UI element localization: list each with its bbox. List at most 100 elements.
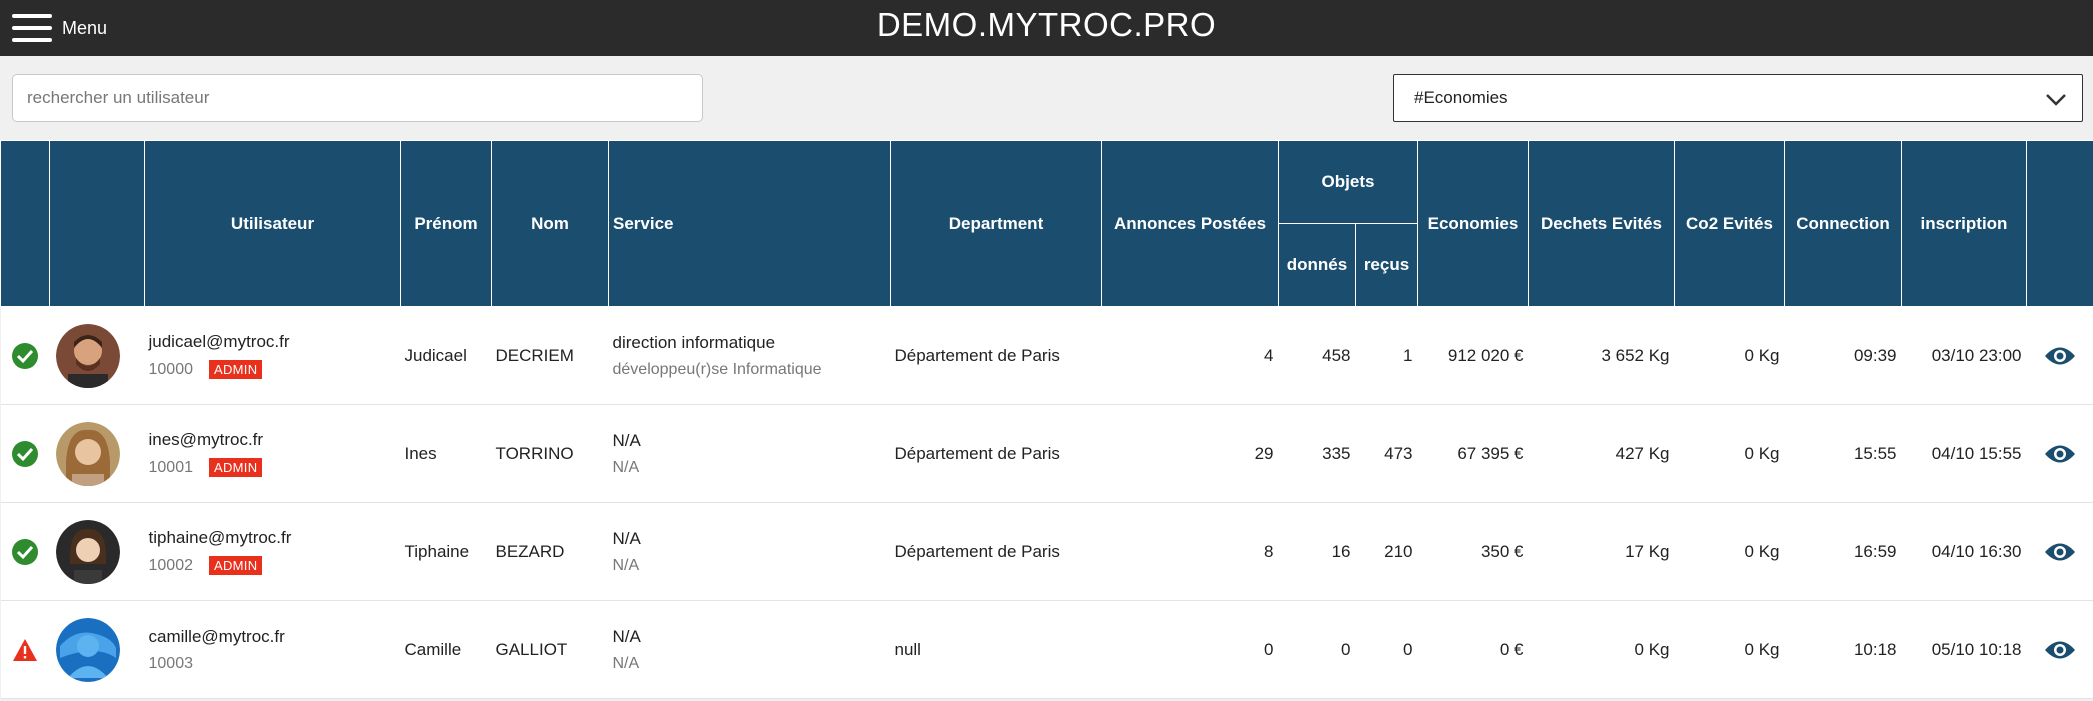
user-inscription: 04/10 16:30 [1901, 502, 2027, 601]
chevron-down-icon [2046, 94, 2066, 106]
table-row[interactable]: ines@mytroc.fr 10001 ADMIN Ines TORRINO N/… [0, 404, 2093, 503]
user-prenom: Judicael [400, 306, 492, 405]
col-actions [2026, 140, 2093, 307]
user-co2: 0 Kg [1674, 600, 1785, 699]
user-department: null [890, 600, 1102, 699]
col-status [0, 140, 50, 307]
user-job: développeu(r)se Informatique [612, 360, 822, 378]
user-department: Département de Paris [890, 502, 1102, 601]
user-service: N/A [612, 528, 641, 548]
user-job: N/A [612, 556, 640, 574]
user-job: N/A [612, 458, 640, 476]
user-prenom: Tiphaine [400, 502, 492, 601]
user-recus: 473 [1355, 404, 1418, 503]
user-job: N/A [612, 654, 640, 672]
metric-select-value: #Economies [1414, 88, 1508, 107]
col-donnes[interactable]: donnés [1278, 223, 1356, 307]
admin-badge: ADMIN [209, 556, 263, 575]
col-avatar [49, 140, 145, 307]
admin-badge: ADMIN [209, 360, 263, 379]
col-recus[interactable]: reçus [1355, 223, 1418, 307]
user-donnes: 458 [1278, 306, 1356, 405]
user-email[interactable]: camille@mytroc.fr [149, 627, 401, 647]
view-eye-icon[interactable] [2027, 443, 2093, 465]
user-recus: 1 [1355, 306, 1418, 405]
user-dechets: 0 Kg [1528, 600, 1675, 699]
user-service: N/A [612, 626, 641, 646]
user-connection: 10:18 [1784, 600, 1902, 699]
user-economies: 67 395 € [1417, 404, 1529, 503]
avatar [55, 421, 120, 486]
user-donnes: 16 [1278, 502, 1356, 601]
user-annonces: 4 [1101, 306, 1279, 405]
user-co2: 0 Kg [1674, 306, 1785, 405]
user-economies: 350 € [1417, 502, 1529, 601]
top-bar: Menu DEMO.MYTROC.PRO [0, 0, 2093, 56]
col-annonces[interactable]: Annonces Postées [1101, 140, 1279, 307]
check-circle-icon [12, 342, 38, 369]
col-prenom[interactable]: Prénom [400, 140, 492, 307]
col-service[interactable]: Service [608, 140, 891, 307]
user-dechets: 427 Kg [1528, 404, 1675, 503]
col-dechets[interactable]: Dechets Evités [1528, 140, 1675, 307]
user-nom: DECRIEM [491, 306, 609, 405]
user-donnes: 335 [1278, 404, 1356, 503]
user-nom: GALLIOT [491, 600, 609, 699]
user-dechets: 17 Kg [1528, 502, 1675, 601]
site-title: DEMO.MYTROC.PRO [876, 6, 1217, 43]
user-service: N/A [612, 430, 641, 450]
user-department: Département de Paris [890, 306, 1102, 405]
avatar [55, 519, 120, 584]
users-table: Utilisateur Prénom Nom Service Departmen… [0, 140, 2093, 699]
avatar [55, 617, 120, 682]
user-inscription: 05/10 10:18 [1901, 600, 2027, 699]
user-nom: BEZARD [491, 502, 609, 601]
col-nom[interactable]: Nom [491, 140, 609, 307]
table-row[interactable]: camille@mytroc.fr 10003 Camille GALLIOT N… [0, 600, 2093, 699]
user-economies: 0 € [1417, 600, 1529, 699]
col-connection[interactable]: Connection [1784, 140, 1902, 307]
user-annonces: 0 [1101, 600, 1279, 699]
user-id: 10003 [148, 654, 194, 672]
col-inscription[interactable]: inscription [1901, 140, 2027, 307]
user-prenom: Ines [400, 404, 492, 503]
admin-badge: ADMIN [209, 458, 263, 477]
user-connection: 16:59 [1784, 502, 1902, 601]
user-department: Département de Paris [890, 404, 1102, 503]
user-id: 10000 [148, 360, 194, 378]
user-co2: 0 Kg [1674, 404, 1785, 503]
col-utilisateur[interactable]: Utilisateur [144, 140, 401, 307]
user-economies: 912 020 € [1417, 306, 1529, 405]
user-email[interactable]: tiphaine@mytroc.fr [149, 528, 401, 548]
user-prenom: Camille [400, 600, 492, 699]
col-co2[interactable]: Co2 Evités [1674, 140, 1785, 307]
user-id: 10001 [148, 458, 194, 476]
user-recus: 210 [1355, 502, 1418, 601]
view-eye-icon[interactable] [2027, 345, 2093, 367]
check-circle-icon [12, 440, 38, 467]
user-id: 10002 [148, 556, 194, 574]
user-co2: 0 Kg [1674, 502, 1785, 601]
col-objets: Objets [1278, 140, 1418, 224]
user-donnes: 0 [1278, 600, 1356, 699]
user-inscription: 03/10 23:00 [1901, 306, 2027, 405]
user-inscription: 04/10 15:55 [1901, 404, 2027, 503]
col-economies[interactable]: Economies [1417, 140, 1529, 307]
view-eye-icon[interactable] [2027, 639, 2093, 661]
user-recus: 0 [1355, 600, 1418, 699]
user-email[interactable]: judicael@mytroc.fr [149, 332, 401, 352]
user-annonces: 29 [1101, 404, 1279, 503]
table-row[interactable]: tiphaine@mytroc.fr 10002 ADMIN Tiphaine BE… [0, 502, 2093, 601]
user-service: direction informatique [612, 332, 776, 352]
view-eye-icon[interactable] [2027, 541, 2093, 563]
user-connection: 15:55 [1784, 404, 1902, 503]
table-row[interactable]: judicael@mytroc.fr 10000 ADMIN Judicael DE… [0, 306, 2093, 405]
user-connection: 09:39 [1784, 306, 1902, 405]
user-email[interactable]: ines@mytroc.fr [149, 430, 401, 450]
user-annonces: 8 [1101, 502, 1279, 601]
user-dechets: 3 652 Kg [1528, 306, 1675, 405]
check-circle-icon [12, 538, 38, 565]
metric-select[interactable]: #Economies [1393, 74, 2083, 122]
search-input[interactable] [12, 74, 703, 122]
col-department[interactable]: Department [890, 140, 1102, 307]
